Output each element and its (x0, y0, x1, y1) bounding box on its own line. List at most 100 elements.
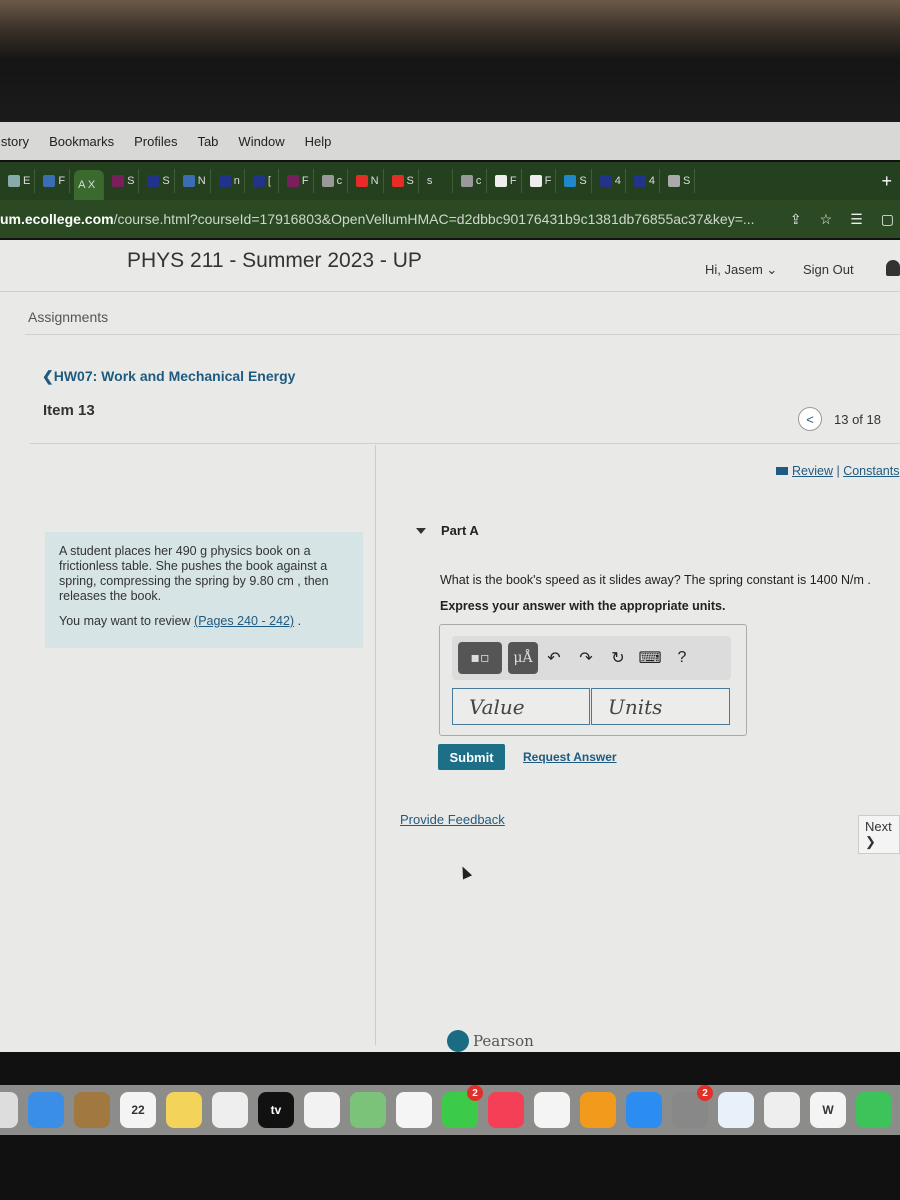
facetime-icon[interactable]: 2 (442, 1085, 483, 1128)
redo-icon[interactable]: ↷ (570, 648, 602, 668)
constants-link[interactable]: Constants (843, 464, 899, 478)
browser-tab[interactable]: N (179, 169, 211, 193)
collapse-triangle-icon[interactable] (416, 528, 426, 534)
menu-item[interactable]: Profiles (134, 134, 177, 149)
mail-icon[interactable] (28, 1092, 64, 1128)
url-domain: um.ecollege.com (0, 211, 114, 227)
browser-tab[interactable]: n (215, 169, 245, 193)
review-note: You may want to review (Pages 240 - 242)… (59, 614, 349, 629)
url-path: /course.html?courseId=17916803&OpenVellu… (113, 211, 755, 227)
system-settings-icon[interactable]: 2 (672, 1085, 713, 1128)
chrome-icon[interactable] (764, 1092, 800, 1128)
tab-favicon-icon (8, 175, 20, 187)
tab-favicon-icon (355, 175, 368, 187)
browser-tab[interactable]: F (491, 169, 522, 193)
maps-icon[interactable] (350, 1092, 386, 1128)
browser-tab[interactable]: S (560, 169, 592, 193)
tab-label: S (162, 175, 170, 187)
menu-item[interactable]: istory (0, 134, 29, 149)
calendar-icon[interactable]: 22 (120, 1092, 156, 1128)
help-icon[interactable]: ? (666, 649, 698, 667)
browser-tab[interactable]: A X (74, 170, 105, 200)
bell-icon[interactable] (886, 260, 900, 276)
browser-tab[interactable]: [ (249, 169, 279, 193)
value-input[interactable]: Value (452, 688, 590, 725)
back-to-assignment-link[interactable]: ❮HW07: Work and Mechanical Energy (42, 368, 295, 385)
browser-tab[interactable]: S (108, 169, 140, 193)
review-link[interactable]: Review (792, 464, 833, 478)
part-label[interactable]: Part A (441, 523, 479, 538)
column-divider (375, 445, 376, 1045)
whatsapp-icon[interactable] (856, 1092, 892, 1128)
user-menu[interactable]: Hi, Jasem ⌄ (705, 262, 777, 278)
browser-tab[interactable]: F (283, 169, 314, 193)
books-icon[interactable] (580, 1092, 616, 1128)
menu-item[interactable]: Window (238, 134, 284, 149)
keyboard-icon[interactable]: ⌨ (634, 648, 666, 668)
tab-label: S (579, 175, 587, 187)
reminders-icon[interactable] (304, 1092, 340, 1128)
url-text[interactable]: um.ecollege.com/course.html?courseId=179… (0, 211, 790, 227)
app-label: W (822, 1103, 834, 1117)
share-icon[interactable]: ⇪ (790, 211, 802, 228)
tab-favicon-icon (599, 175, 612, 187)
address-bar[interactable]: um.ecollege.com/course.html?courseId=179… (0, 200, 900, 238)
apple-tv-icon[interactable]: tv (258, 1092, 294, 1128)
photos-icon[interactable] (396, 1092, 432, 1128)
units-button[interactable]: μÅ (508, 642, 538, 674)
tab-label: F (301, 175, 309, 187)
answer-box: ▪▫ μÅ ↶ ↷ ↻ ⌨ ? Value Units (439, 624, 747, 736)
tab-label: A X (78, 179, 96, 191)
previous-item-button[interactable]: < (798, 407, 822, 431)
menu-item[interactable]: Help (305, 134, 332, 149)
bookmark-star-icon[interactable]: ☆ (820, 211, 833, 228)
app-label: tv (270, 1103, 282, 1117)
browser-tab[interactable]: S (143, 169, 175, 193)
request-answer-link[interactable]: Request Answer (523, 750, 617, 764)
reading-list-icon[interactable]: ☰ (850, 211, 863, 228)
browser-tab[interactable]: S (388, 169, 419, 193)
provide-feedback-link[interactable]: Provide Feedback (400, 812, 505, 827)
browser-tab[interactable]: 4 (630, 169, 660, 193)
browser-tab[interactable]: S (664, 169, 696, 193)
next-item-button[interactable]: Next ❯ (858, 815, 900, 854)
divider (30, 443, 900, 444)
tab-favicon-icon (494, 175, 507, 187)
templates-icon[interactable]: ▪▫ (458, 642, 502, 674)
browser-tab[interactable]: s (423, 169, 453, 193)
undo-icon[interactable]: ↶ (538, 648, 570, 668)
menu-item[interactable]: Tab (197, 134, 218, 149)
freeform-icon[interactable] (212, 1092, 248, 1128)
browser-tab[interactable]: F (526, 169, 557, 193)
menu-item[interactable]: Bookmarks (49, 134, 114, 149)
music-icon[interactable] (488, 1092, 524, 1128)
browser-tab[interactable]: F (39, 169, 71, 193)
browser-tab[interactable]: E (4, 169, 36, 193)
sidebar-icon[interactable]: ▢ (881, 211, 894, 228)
news-icon[interactable] (534, 1092, 570, 1128)
instruction-text: Express your answer with the appropriate… (440, 599, 726, 613)
launchpad-icon[interactable] (0, 1092, 18, 1128)
tab-label: c (475, 175, 482, 187)
reset-icon[interactable]: ↻ (602, 648, 634, 668)
units-input[interactable]: Units (591, 688, 730, 725)
textbook-pages-link[interactable]: (Pages 240 - 242) (194, 614, 294, 628)
browser-tab[interactable]: 4 (596, 169, 626, 193)
problem-text: A student places her 490 g physics book … (59, 544, 329, 603)
app-label: 22 (131, 1103, 145, 1117)
pearson-logo: Pearson (447, 1030, 534, 1052)
new-tab-button[interactable]: + (881, 171, 892, 192)
notes-icon[interactable] (166, 1092, 202, 1128)
tab-favicon-icon (252, 175, 265, 187)
sign-out-link[interactable]: Sign Out (803, 262, 854, 277)
word-icon[interactable]: W (810, 1092, 846, 1128)
browser-tab[interactable]: c (457, 169, 487, 193)
browser-tab[interactable]: N (352, 169, 384, 193)
browser-tab[interactable]: c (318, 169, 348, 193)
assignments-link[interactable]: Assignments (28, 309, 108, 325)
safari-icon[interactable] (718, 1092, 754, 1128)
contacts-icon[interactable] (74, 1092, 110, 1128)
app-store-icon[interactable] (626, 1092, 662, 1128)
macos-dock: 22 tv 2 2 W (0, 1085, 900, 1135)
submit-button[interactable]: Submit (438, 744, 505, 770)
